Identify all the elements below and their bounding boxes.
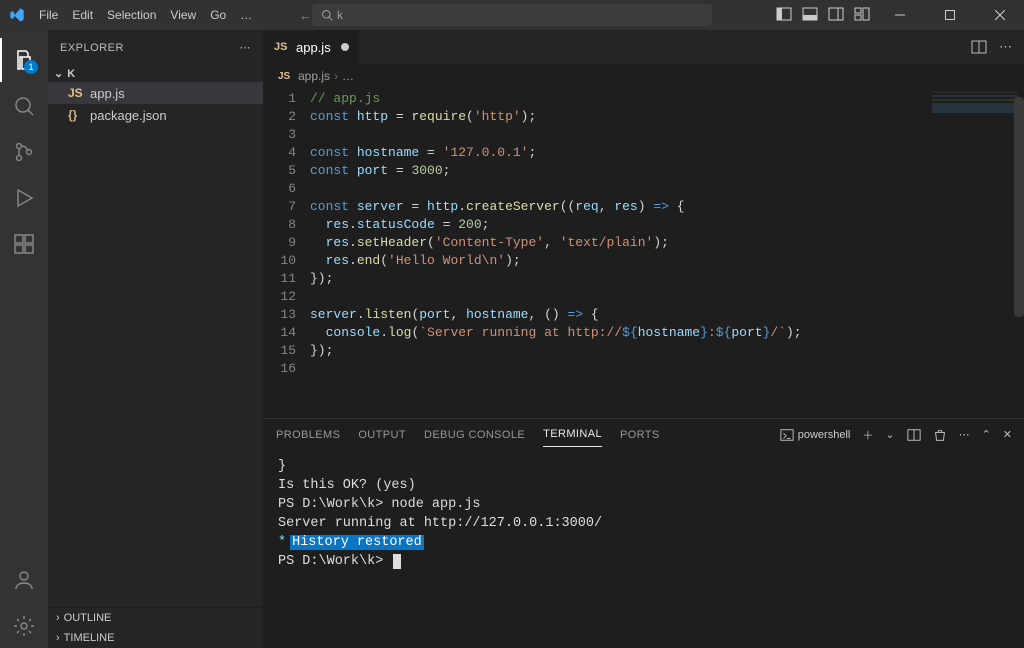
tab-label: app.js bbox=[296, 40, 331, 55]
chevron-right-icon: › bbox=[56, 632, 60, 644]
kill-terminal-icon[interactable] bbox=[933, 428, 947, 442]
code-line: res.statusCode = 200; bbox=[310, 216, 1024, 234]
menu-edit[interactable]: Edit bbox=[65, 8, 100, 22]
minimap[interactable] bbox=[932, 91, 1018, 151]
panel-tab-problems[interactable]: PROBLEMS bbox=[276, 423, 340, 447]
activity-settings-icon[interactable] bbox=[0, 604, 48, 648]
split-terminal-icon[interactable] bbox=[907, 428, 921, 442]
code-line: }); bbox=[310, 342, 1024, 360]
new-terminal-icon[interactable]: ＋ bbox=[862, 427, 873, 443]
terminal-cursor bbox=[393, 554, 401, 569]
code-line: const port = 3000; bbox=[310, 162, 1024, 180]
code-line: // app.js bbox=[310, 90, 1024, 108]
dirty-indicator-icon bbox=[341, 43, 349, 51]
window-maximize-icon[interactable] bbox=[930, 0, 970, 30]
code-line: server.listen(port, hostname, () => { bbox=[310, 306, 1024, 324]
layout-left-icon[interactable] bbox=[776, 6, 792, 25]
explorer-sidebar: EXPLORER ⋯ ⌄ K JS app.js {} package.json ›O… bbox=[48, 30, 264, 648]
breadcrumb[interactable]: JS app.js › … bbox=[264, 65, 1024, 87]
app-menu: FileEditSelectionViewGo… bbox=[8, 0, 259, 30]
terminal-dropdown-icon[interactable]: ⌄ bbox=[885, 428, 894, 441]
search-icon bbox=[321, 9, 333, 21]
code-editor[interactable]: 12345678910111213141516 // app.jsconst h… bbox=[264, 87, 1024, 418]
explorer-more-icon[interactable]: ⋯ bbox=[240, 41, 252, 54]
js-file-icon: JS bbox=[274, 41, 290, 53]
command-center-search[interactable]: k bbox=[312, 4, 712, 26]
search-text: k bbox=[337, 8, 343, 22]
window-minimize-icon[interactable] bbox=[880, 0, 920, 30]
panel-tab-ports[interactable]: PORTS bbox=[620, 423, 660, 447]
code-line bbox=[310, 180, 1024, 198]
vscode-logo-icon bbox=[8, 6, 26, 24]
layout-right-icon[interactable] bbox=[828, 6, 844, 25]
menu-go[interactable]: Go bbox=[203, 8, 233, 22]
editor-tabs: JS app.js ⋯ bbox=[264, 30, 1024, 65]
scrollbar-thumb[interactable] bbox=[1014, 97, 1024, 317]
section-outline[interactable]: ›OUTLINE bbox=[48, 608, 263, 628]
panel-maximize-icon[interactable]: ⌃ bbox=[982, 428, 991, 441]
bottom-panel: PROBLEMS OUTPUT DEBUG CONSOLE TERMINAL PORTS… bbox=[264, 418, 1024, 648]
activity-run-debug-icon[interactable] bbox=[0, 176, 48, 220]
layout-custom-icon[interactable] bbox=[854, 6, 870, 25]
split-editor-icon[interactable] bbox=[971, 39, 987, 55]
menu-file[interactable]: File bbox=[32, 8, 65, 22]
tab-app-js[interactable]: JS app.js bbox=[264, 30, 360, 64]
activity-source-control-icon[interactable] bbox=[0, 130, 48, 174]
panel-close-icon[interactable]: ✕ bbox=[1003, 428, 1012, 441]
tab-more-icon[interactable]: ⋯ bbox=[999, 39, 1012, 55]
panel-tabs: PROBLEMS OUTPUT DEBUG CONSOLE TERMINAL PORTS… bbox=[264, 419, 1024, 451]
panel-more-icon[interactable]: ⋯ bbox=[959, 428, 970, 441]
chevron-down-icon: ⌄ bbox=[54, 67, 63, 80]
code-line bbox=[310, 360, 1024, 378]
code-line: res.setHeader('Content-Type', 'text/plai… bbox=[310, 234, 1024, 252]
menu-selection[interactable]: Selection bbox=[100, 8, 163, 22]
panel-tab-debug-console[interactable]: DEBUG CONSOLE bbox=[424, 423, 525, 447]
breadcrumb-trail: … bbox=[342, 69, 354, 83]
panel-tab-terminal[interactable]: TERMINAL bbox=[543, 422, 602, 447]
chevron-right-icon: › bbox=[56, 612, 60, 624]
file-label: package.json bbox=[90, 108, 167, 123]
activity-extensions-icon[interactable] bbox=[0, 222, 48, 266]
file-package-json[interactable]: {} package.json bbox=[48, 104, 263, 126]
activity-search-icon[interactable] bbox=[0, 84, 48, 128]
breadcrumb-file: app.js bbox=[298, 69, 330, 83]
line-number-gutter: 12345678910111213141516 bbox=[264, 87, 310, 418]
title-bar: FileEditSelectionViewGo… ← → k bbox=[0, 0, 1024, 30]
code-line: res.end('Hello World\n'); bbox=[310, 252, 1024, 270]
terminal-shell-label[interactable]: powershell bbox=[780, 428, 851, 442]
window-close-icon[interactable] bbox=[980, 0, 1020, 30]
folder-root-label: K bbox=[67, 68, 75, 80]
explorer-title: EXPLORER bbox=[60, 42, 124, 54]
json-file-icon: {} bbox=[68, 108, 84, 122]
code-line: const server = http.createServer((req, r… bbox=[310, 198, 1024, 216]
activity-account-icon[interactable] bbox=[0, 558, 48, 602]
menu-…[interactable]: … bbox=[233, 8, 259, 22]
code-line: console.log(`Server running at http://${… bbox=[310, 324, 1024, 342]
file-app-js[interactable]: JS app.js bbox=[48, 82, 263, 104]
activity-bar: 1 bbox=[0, 30, 48, 648]
folder-root[interactable]: ⌄ K bbox=[48, 65, 263, 82]
editor-area: JS app.js ⋯ JS app.js › … 12345678910111… bbox=[264, 30, 1024, 648]
chevron-right-icon: › bbox=[334, 69, 338, 83]
code-content[interactable]: // app.jsconst http = require('http'); co… bbox=[310, 87, 1024, 418]
activity-explorer-icon[interactable]: 1 bbox=[0, 38, 48, 82]
menu-view[interactable]: View bbox=[163, 8, 203, 22]
code-line bbox=[310, 288, 1024, 306]
layout-bottom-icon[interactable] bbox=[802, 6, 818, 25]
js-file-icon: JS bbox=[278, 71, 294, 82]
file-label: app.js bbox=[90, 86, 125, 101]
section-timeline[interactable]: ›TIMELINE bbox=[48, 628, 263, 648]
code-line: const hostname = '127.0.0.1'; bbox=[310, 144, 1024, 162]
code-line: }); bbox=[310, 270, 1024, 288]
explorer-badge: 1 bbox=[24, 60, 38, 74]
code-line: const http = require('http'); bbox=[310, 108, 1024, 126]
terminal[interactable]: }Is this OK? (yes)PS D:\Work\k> node app… bbox=[264, 451, 1024, 648]
panel-tab-output[interactable]: OUTPUT bbox=[358, 423, 406, 447]
nav-back-icon[interactable]: ← bbox=[299, 8, 312, 23]
code-line bbox=[310, 126, 1024, 144]
js-file-icon: JS bbox=[68, 86, 84, 100]
